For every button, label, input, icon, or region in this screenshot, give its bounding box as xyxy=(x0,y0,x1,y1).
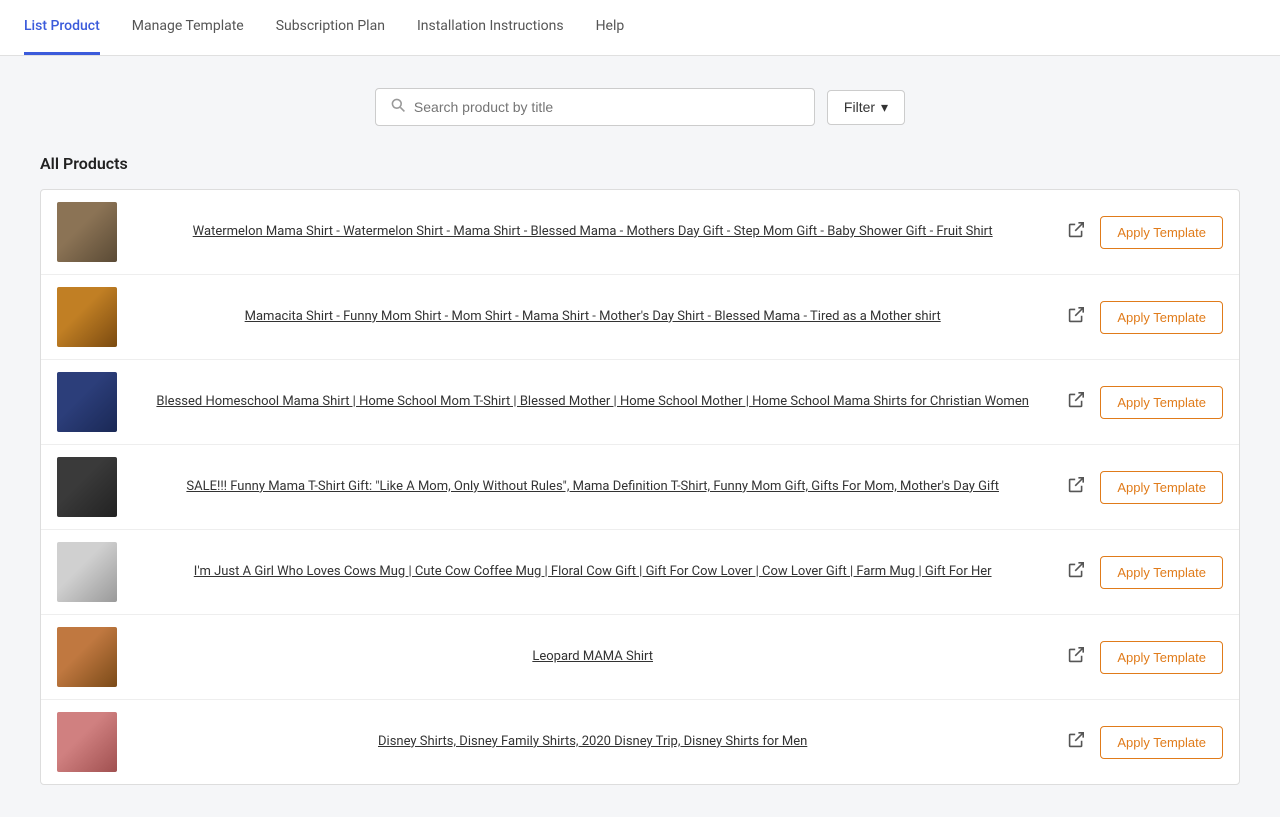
apply-template-button[interactable]: Apply Template xyxy=(1100,216,1223,249)
search-icon xyxy=(390,97,406,117)
external-link-icon[interactable] xyxy=(1068,647,1084,667)
product-title-cell: Leopard MAMA Shirt xyxy=(133,648,1052,666)
product-title-cell: SALE!!! Funny Mama T-Shirt Gift: "Like A… xyxy=(133,478,1052,496)
nav-item-manage-template[interactable]: Manage Template xyxy=(132,0,244,55)
filter-label: Filter xyxy=(844,99,875,115)
product-row: Blessed Homeschool Mama Shirt | Home Sch… xyxy=(41,360,1239,445)
search-row: Filter ▾ xyxy=(40,88,1240,126)
search-box xyxy=(375,88,815,126)
product-title-cell: I'm Just A Girl Who Loves Cows Mug | Cut… xyxy=(133,563,1052,581)
product-title-link[interactable]: Leopard MAMA Shirt xyxy=(532,649,653,664)
product-title-link[interactable]: Watermelon Mama Shirt - Watermelon Shirt… xyxy=(193,224,993,239)
apply-template-button[interactable]: Apply Template xyxy=(1100,726,1223,759)
main-content: Filter ▾ All Products Watermelon Mama Sh… xyxy=(0,56,1280,817)
filter-button[interactable]: Filter ▾ xyxy=(827,90,905,125)
product-row: Disney Shirts, Disney Family Shirts, 202… xyxy=(41,700,1239,784)
product-title-link[interactable]: SALE!!! Funny Mama T-Shirt Gift: "Like A… xyxy=(186,479,999,494)
product-title-cell: Disney Shirts, Disney Family Shirts, 202… xyxy=(133,733,1052,751)
chevron-down-icon: ▾ xyxy=(881,99,888,116)
external-link-icon[interactable] xyxy=(1068,222,1084,242)
external-link-icon[interactable] xyxy=(1068,392,1084,412)
product-title-link[interactable]: Blessed Homeschool Mama Shirt | Home Sch… xyxy=(156,394,1028,409)
product-row: Watermelon Mama Shirt - Watermelon Shirt… xyxy=(41,190,1239,275)
external-link-icon[interactable] xyxy=(1068,732,1084,752)
product-row: SALE!!! Funny Mama T-Shirt Gift: "Like A… xyxy=(41,445,1239,530)
apply-template-button[interactable]: Apply Template xyxy=(1100,386,1223,419)
product-title-cell: Watermelon Mama Shirt - Watermelon Shirt… xyxy=(133,223,1052,241)
product-list: Watermelon Mama Shirt - Watermelon Shirt… xyxy=(40,189,1240,785)
product-title-link[interactable]: I'm Just A Girl Who Loves Cows Mug | Cut… xyxy=(194,564,992,579)
apply-template-button[interactable]: Apply Template xyxy=(1100,556,1223,589)
section-title: All Products xyxy=(40,154,1240,173)
external-link-icon[interactable] xyxy=(1068,477,1084,497)
product-thumbnail xyxy=(57,627,117,687)
top-nav: List Product Manage Template Subscription … xyxy=(0,0,1280,56)
product-row: Mamacita Shirt - Funny Mom Shirt - Mom S… xyxy=(41,275,1239,360)
product-thumbnail xyxy=(57,457,117,517)
nav-item-help[interactable]: Help xyxy=(596,0,625,55)
nav-item-subscription-plan[interactable]: Subscription Plan xyxy=(276,0,385,55)
external-link-icon[interactable] xyxy=(1068,562,1084,582)
nav-item-installation-instructions[interactable]: Installation Instructions xyxy=(417,0,564,55)
product-thumbnail xyxy=(57,372,117,432)
product-thumbnail xyxy=(57,542,117,602)
apply-template-button[interactable]: Apply Template xyxy=(1100,301,1223,334)
product-title-cell: Blessed Homeschool Mama Shirt | Home Sch… xyxy=(133,393,1052,411)
product-title-link[interactable]: Mamacita Shirt - Funny Mom Shirt - Mom S… xyxy=(245,309,941,324)
external-link-icon[interactable] xyxy=(1068,307,1084,327)
product-title-link[interactable]: Disney Shirts, Disney Family Shirts, 202… xyxy=(378,734,807,749)
nav-item-list-product[interactable]: List Product xyxy=(24,0,100,55)
apply-template-button[interactable]: Apply Template xyxy=(1100,471,1223,504)
product-row: I'm Just A Girl Who Loves Cows Mug | Cut… xyxy=(41,530,1239,615)
product-row: Leopard MAMA Shirt Apply Template xyxy=(41,615,1239,700)
product-title-cell: Mamacita Shirt - Funny Mom Shirt - Mom S… xyxy=(133,308,1052,326)
product-thumbnail xyxy=(57,202,117,262)
product-thumbnail xyxy=(57,287,117,347)
apply-template-button[interactable]: Apply Template xyxy=(1100,641,1223,674)
product-thumbnail xyxy=(57,712,117,772)
search-input[interactable] xyxy=(414,99,800,115)
